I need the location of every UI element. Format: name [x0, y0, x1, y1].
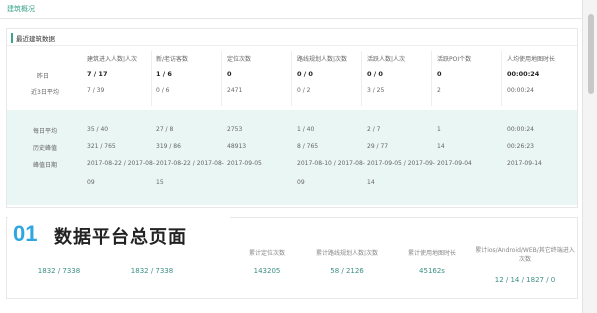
column-header: 活跃人数|人次	[367, 56, 406, 63]
table-cell: 00:00:24	[507, 126, 534, 133]
column-header: 定位次数	[227, 56, 252, 63]
scrollbar[interactable]	[582, 0, 597, 313]
table-cell: 0	[227, 70, 232, 78]
table-cell: 2017-09-05	[227, 160, 262, 167]
top-bar: 建筑概况	[0, 0, 583, 19]
banner-title: 数据平台总页面	[54, 227, 187, 248]
recent-data-card: 最近建筑数据 建筑进入人数|人次 新/老访客数 定位次数 路线规划人数|次数 活…	[6, 28, 578, 208]
card-title: 最近建筑数据	[11, 33, 55, 43]
column-divider	[431, 51, 432, 106]
stats-highlight-area	[7, 110, 577, 205]
table-cell: 2	[437, 87, 441, 94]
column-header: 路线规划人数|次数	[297, 56, 348, 63]
table-cell: 1 / 6	[156, 70, 172, 78]
table-cell: 2017-09-04	[437, 160, 472, 167]
banner-number: 01	[13, 221, 38, 246]
table-cell: 2753	[227, 126, 243, 133]
table-cell: 2017-09-14	[507, 160, 542, 167]
column-divider	[221, 51, 222, 106]
table-cell: 2 / 7	[367, 126, 381, 133]
table-cell: 15	[156, 179, 164, 186]
stat-value: 58 / 2126	[330, 267, 364, 275]
table-cell: 321 / 765	[87, 143, 116, 150]
row-label: 每日平均	[33, 128, 58, 135]
table-cell: 0	[437, 70, 442, 78]
table-cell: 00:26:23	[507, 143, 534, 150]
table-cell: 14	[367, 179, 375, 186]
table-cell: 00:00:24	[507, 70, 540, 78]
row-label: 峰值日期	[33, 162, 58, 169]
table-cell: 27 / 8	[156, 126, 174, 133]
row-label: 近3日平均	[31, 89, 59, 96]
table-cell: 2471	[227, 87, 243, 94]
table-cell: 8 / 765	[297, 143, 319, 150]
column-header: 新/老访客数	[156, 56, 189, 63]
table-cell: 0 / 0	[367, 70, 383, 78]
stat-value: 1832 / 7338	[37, 267, 81, 275]
table-cell: 2017-09-05 / 2017-09-	[367, 160, 435, 167]
table-cell: 29 / 77	[367, 143, 389, 150]
stat-label: 累计使用地图时长	[407, 250, 456, 257]
page-title: 建筑概况	[7, 5, 35, 13]
table-cell: 35 / 40	[87, 126, 109, 133]
table-cell: 0 / 0	[297, 70, 313, 78]
column-divider	[151, 51, 152, 106]
column-header: 活跃POI个数	[437, 56, 472, 63]
stat-value: 12 / 14 / 1827 / 0	[494, 276, 556, 284]
stat-value: 143205	[253, 267, 281, 275]
column-divider	[501, 51, 502, 106]
table-cell: 7 / 17	[87, 70, 108, 78]
table-cell: 2017-08-22 / 2017-08-	[87, 160, 155, 167]
stat-label: 累计定位次数	[248, 250, 285, 257]
stat-label: 累计路线规划人数|次数	[315, 250, 379, 257]
table-cell: 319 / 86	[156, 143, 181, 150]
table-cell: 3 / 25	[367, 87, 385, 94]
table-cell: 09	[87, 179, 95, 186]
card-header: 最近建筑数据	[7, 29, 577, 46]
table-cell: 00:00:24	[507, 87, 534, 94]
table-cell: 0 / 2	[297, 87, 311, 94]
column-divider	[291, 51, 292, 106]
table-cell: 48913	[227, 143, 247, 150]
column-header: 人均使用地图时长	[507, 56, 556, 63]
table-cell: 7 / 39	[87, 87, 105, 94]
row-label: 历史峰值	[33, 145, 58, 152]
table-cell: 0 / 6	[156, 87, 170, 94]
column-header: 建筑进入人数|人次	[87, 56, 138, 63]
column-divider	[361, 51, 362, 106]
table-cell: 2017-08-22 / 2017-08-	[156, 160, 224, 167]
stat-value: 45162s	[419, 267, 445, 275]
table-cell: 14	[437, 143, 445, 150]
stat-value: 1832 / 7338	[130, 267, 174, 275]
table-cell: 2017-08-10 / 2017-08-	[297, 160, 365, 167]
row-label: 昨日	[37, 73, 50, 80]
stat-label: 累计ios/Android/WEB/其它终端进入次数	[475, 247, 575, 263]
table-cell: 1	[437, 126, 441, 133]
section-banner: 01 数据平台总页面	[8, 217, 230, 251]
table-cell: 1 / 40	[297, 126, 315, 133]
scrollbar-thumb[interactable]	[588, 14, 594, 94]
table-cell: 09	[297, 179, 305, 186]
